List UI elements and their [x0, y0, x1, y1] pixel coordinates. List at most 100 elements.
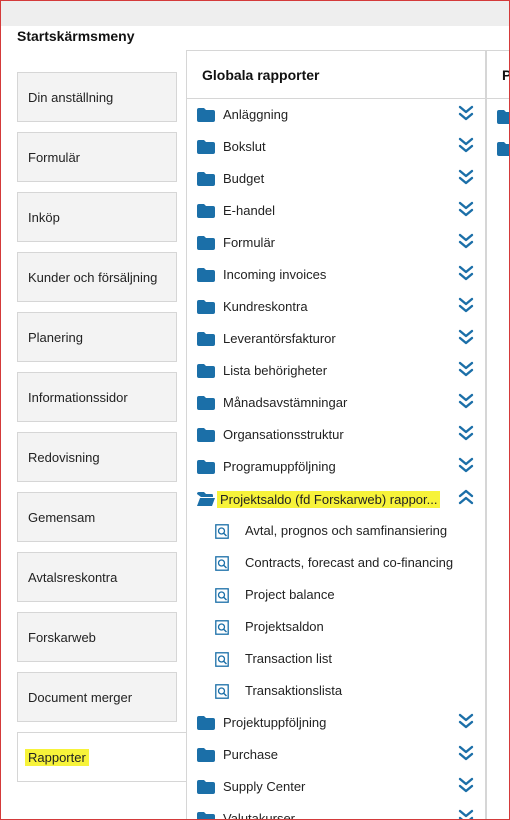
- report-item[interactable]: Transaction list: [187, 643, 486, 675]
- folder-row-after-0[interactable]: Projektuppföljning: [187, 707, 486, 739]
- folder-label: Leverantörsfakturor: [223, 331, 336, 346]
- folder-label: Kundreskontra: [223, 299, 308, 314]
- folder-label: Bokslut: [223, 139, 266, 154]
- folder-label: Formulär: [223, 235, 276, 250]
- folder-label: Anläggning: [223, 107, 289, 122]
- menu-item-kunder[interactable]: Kunder och försäljning: [17, 252, 177, 302]
- folder-icon: [197, 780, 215, 794]
- next-panel: P: [486, 50, 510, 820]
- folder-label: E-handel: [223, 203, 276, 218]
- folder-label: Programuppföljning: [223, 459, 336, 474]
- menu-item-document-merger[interactable]: Document merger: [17, 672, 177, 722]
- folder-row-before-10[interactable]: Organsationsstruktur: [187, 419, 486, 451]
- chevron-double-down-icon[interactable]: [457, 264, 475, 282]
- chevron-double-down-icon[interactable]: [457, 232, 475, 250]
- folder-row-before-8[interactable]: Lista behörigheter: [187, 355, 486, 387]
- chevron-double-down-icon[interactable]: [457, 104, 475, 122]
- chevron-double-down-icon[interactable]: [457, 392, 475, 410]
- folder-row-after-3[interactable]: Valutakurser: [187, 803, 486, 820]
- chevron-double-up-icon[interactable]: [457, 488, 475, 506]
- report-item[interactable]: Contracts, forecast and co-financing: [187, 547, 486, 579]
- menu-item-gemensam[interactable]: Gemensam: [17, 492, 177, 542]
- folder-label: Månadsavstämningar: [223, 395, 348, 410]
- menu-item-label: Inköp: [28, 209, 60, 225]
- report-search-icon: [215, 556, 229, 571]
- menu-item-rapporter[interactable]: Rapporter: [17, 732, 187, 782]
- chevron-double-down-icon[interactable]: [457, 296, 475, 314]
- menu-item-label: Document merger: [28, 689, 133, 705]
- folder-row-before-4[interactable]: Formulär: [187, 227, 486, 259]
- folder-icon: [497, 142, 510, 156]
- folder-row-before-0[interactable]: Anläggning: [187, 99, 486, 131]
- folder-icon: [197, 716, 215, 730]
- chevron-double-down-icon[interactable]: [457, 360, 475, 378]
- folder-icon: [197, 460, 215, 474]
- folder-row-before-2[interactable]: Budget: [187, 163, 486, 195]
- chevron-double-down-icon[interactable]: [457, 424, 475, 442]
- chevron-double-down-icon[interactable]: [457, 744, 475, 762]
- folder-icon: [197, 812, 215, 820]
- report-item-label: Contracts, forecast and co-financing: [245, 555, 454, 570]
- menu-item-inkop[interactable]: Inköp: [17, 192, 177, 242]
- folder-row-after-2[interactable]: Supply Center: [187, 771, 486, 803]
- chevron-double-down-icon[interactable]: [457, 200, 475, 218]
- report-search-icon: [215, 652, 229, 667]
- folder-icon: [197, 140, 215, 154]
- folder-row-before-1[interactable]: Bokslut: [187, 131, 486, 163]
- folder-open-icon: [197, 492, 215, 506]
- report-item[interactable]: Projektsaldon: [187, 611, 486, 643]
- folder-label: Budget: [223, 171, 265, 186]
- report-search-icon: [215, 620, 229, 635]
- menu-item-planering[interactable]: Planering: [17, 312, 177, 362]
- chevron-double-down-icon[interactable]: [457, 776, 475, 794]
- folder-label: Organsationsstruktur: [223, 427, 344, 442]
- folder-icon: [197, 364, 215, 378]
- menu-item-label: Gemensam: [28, 509, 96, 525]
- report-search-icon: [215, 524, 229, 539]
- report-item[interactable]: Avtal, prognos och samfinansiering: [187, 515, 486, 547]
- report-item-label: Transaction list: [245, 651, 332, 666]
- folder-label: Projektsaldo (fd Forskarweb) rappor...: [217, 491, 441, 508]
- folder-row-before-6[interactable]: Kundreskontra: [187, 291, 486, 323]
- folder-row-before-9[interactable]: Månadsavstämningar: [187, 387, 486, 419]
- report-item[interactable]: Transaktionslista: [187, 675, 486, 707]
- folder-icon: [197, 108, 215, 122]
- folder-row-before-3[interactable]: E-handel: [187, 195, 486, 227]
- chevron-double-down-icon[interactable]: [457, 712, 475, 730]
- report-item-label: Avtal, prognos och samfinansiering: [245, 523, 448, 538]
- chevron-double-down-icon[interactable]: [457, 456, 475, 474]
- report-search-icon: [215, 684, 229, 699]
- chevron-double-down-icon[interactable]: [457, 168, 475, 186]
- menu-item-informationssidor[interactable]: Informationssidor: [17, 372, 177, 422]
- menu-item-label: Avtalsreskontra: [28, 569, 118, 585]
- folder-row-before-7[interactable]: Leverantörsfakturor: [187, 323, 486, 355]
- folder-label: Incoming invoices: [223, 267, 327, 282]
- page-title: Startskärmsmeny: [17, 28, 135, 44]
- report-item[interactable]: Project balance: [187, 579, 486, 611]
- top-bar: [0, 0, 510, 26]
- folder-label: Valutakurser: [223, 811, 296, 820]
- folder-icon: [197, 748, 215, 762]
- folder-row-before-11[interactable]: Programuppföljning: [187, 451, 486, 483]
- chevron-double-down-icon[interactable]: [457, 808, 475, 820]
- folder-row-after-1[interactable]: Purchase: [187, 739, 486, 771]
- folder-row-projektsaldo[interactable]: Projektsaldo (fd Forskarweb) rappor...: [187, 483, 486, 515]
- menu-item-label: Forskarweb: [28, 629, 96, 645]
- menu-item-label: Din anställning: [28, 89, 114, 105]
- menu-item-forskarweb[interactable]: Forskarweb: [17, 612, 177, 662]
- folder-label: Supply Center: [223, 779, 306, 794]
- chevron-double-down-icon[interactable]: [457, 136, 475, 154]
- menu-item-din-anstallning[interactable]: Din anställning: [17, 72, 177, 122]
- menu-item-formular[interactable]: Formulär: [17, 132, 177, 182]
- menu-item-label: Formulär: [28, 149, 81, 165]
- chevron-double-down-icon[interactable]: [457, 328, 475, 346]
- menu-item-avtalsreskontra[interactable]: Avtalsreskontra: [17, 552, 177, 602]
- next-panel-title: P: [487, 51, 510, 99]
- menu-item-redovisning[interactable]: Redovisning: [17, 432, 177, 482]
- global-reports-panel: Globala rapporter Anläggning Bokslut Budge…: [186, 50, 486, 820]
- report-item-label: Transaktionslista: [245, 683, 343, 698]
- folder-icon: [197, 300, 215, 314]
- folder-icon: [197, 332, 215, 346]
- folder-icon: [197, 428, 215, 442]
- folder-row-before-5[interactable]: Incoming invoices: [187, 259, 486, 291]
